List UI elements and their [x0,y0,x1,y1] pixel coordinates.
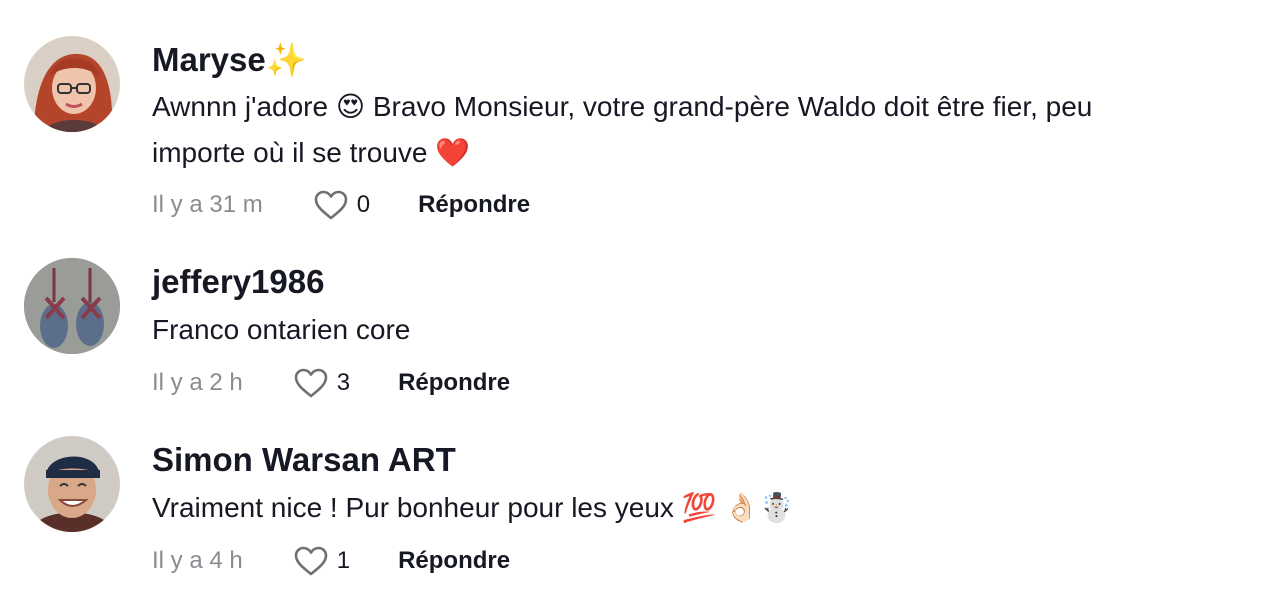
avatar[interactable] [24,36,120,132]
comment-text-line: Vraiment nice ! Pur bonheur pour les yeu… [152,492,795,523]
comment-time: Il y a 31 m [152,191,263,218]
avatar-image [24,258,120,354]
comment-time: Il y a 4 h [152,547,243,574]
comment-list: Maryse✨ Awnnn j'adore 😍 Bravo Monsieur, … [0,0,1264,594]
like-count: 1 [336,547,351,574]
sparkles-icon: ✨ [265,40,307,79]
reply-button[interactable]: Répondre [398,547,510,575]
comment-username[interactable]: Maryse✨ [152,40,307,80]
heart-outline-icon [294,368,328,398]
comment-meta: Il y a 31 m 0 Répondre [152,187,530,223]
comment-username[interactable]: jeffery1986 [152,262,324,302]
comment-meta: Il y a 4 h 1 Répondre [152,543,510,579]
avatar[interactable] [24,258,120,354]
like-button[interactable]: 0 [313,189,370,221]
like-count: 0 [356,191,371,218]
avatar-image [24,436,120,532]
heart-outline-icon [294,546,328,576]
comment-text-line: Awnnn j'adore 😍 Bravo Monsieur, votre gr… [152,91,1093,122]
username-text: Maryse [152,41,266,78]
comment-text: Vraiment nice ! Pur bonheur pour les yeu… [152,485,1242,531]
comment-text-line: importe où il se trouve ❤️ [152,137,471,168]
heart-outline-icon [314,190,348,220]
comment-username[interactable]: Simon Warsan ART [152,440,456,480]
reply-button[interactable]: Répondre [398,369,510,397]
username-text: Simon Warsan ART [152,441,456,478]
reply-button[interactable]: Répondre [418,191,530,219]
avatar[interactable] [24,436,120,532]
comment-time: Il y a 2 h [152,369,243,396]
like-button[interactable]: 1 [293,545,350,577]
username-text: jeffery1986 [152,263,325,300]
comment-text: Franco ontarien core [152,307,1242,353]
avatar-image [24,36,120,132]
comment-meta: Il y a 2 h 3 Répondre [152,365,510,401]
like-count: 3 [336,369,351,396]
like-button[interactable]: 3 [293,367,350,399]
comment-text: Awnnn j'adore 😍 Bravo Monsieur, votre gr… [152,84,1242,176]
comment-text-line: Franco ontarien core [152,314,411,345]
